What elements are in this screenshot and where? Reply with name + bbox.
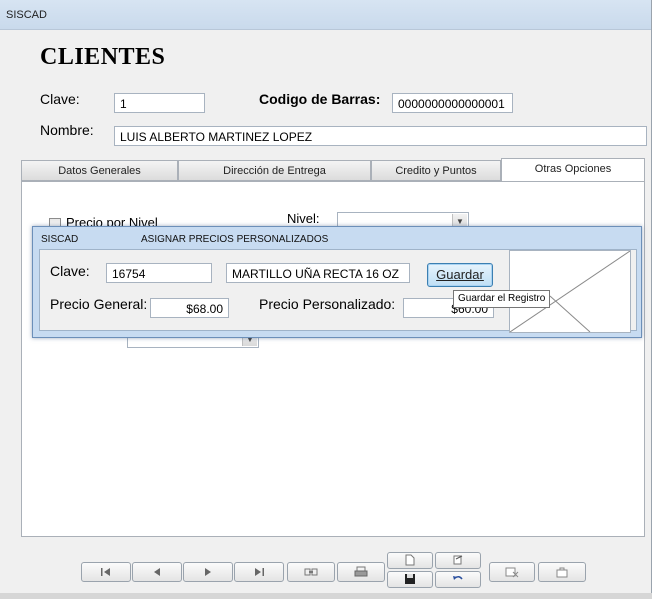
dialog-title: ASIGNAR PRECIOS PERSONALIZADOS (141, 234, 329, 245)
tab-datos-generales[interactable]: Datos Generales (21, 160, 178, 181)
last-record-icon (255, 568, 264, 577)
window-title: SISCAD (6, 9, 47, 21)
dialog-description-field[interactable]: MARTILLO UÑA RECTA 16 OZ (226, 263, 410, 283)
precio-general-label: Precio General: (50, 296, 148, 312)
dialog-clave-field[interactable]: 16754 (106, 263, 212, 283)
undo-button[interactable] (435, 571, 481, 588)
previous-record-icon (154, 568, 160, 577)
edit-icon (453, 555, 463, 565)
previous-record-button[interactable] (132, 562, 182, 582)
first-record-icon (101, 568, 110, 577)
guardar-button[interactable]: Guardar (427, 263, 493, 287)
last-record-button[interactable] (234, 562, 284, 582)
main-window: SISCAD CLIENTES Clave: 1 Codigo de Barra… (0, 0, 652, 599)
nombre-label: Nombre: (40, 122, 94, 138)
barcode-label: Codigo de Barras: (259, 91, 381, 107)
print-button[interactable] (337, 562, 385, 582)
edit-button[interactable] (435, 552, 481, 569)
next-record-button[interactable] (183, 562, 233, 582)
new-record-button[interactable] (387, 552, 433, 569)
tab-direccion-entrega[interactable]: Dirección de Entrega (178, 160, 371, 181)
barcode-field[interactable]: 0000000000000001 (392, 93, 513, 113)
bottom-edge (0, 593, 652, 599)
dialog-clave-label: Clave: (50, 263, 90, 279)
window-titlebar: SISCAD (0, 0, 651, 30)
save-button[interactable] (387, 571, 433, 588)
delete-button[interactable] (489, 562, 535, 582)
delete-icon (505, 567, 519, 578)
tab-credito-puntos[interactable]: Credito y Puntos (371, 160, 501, 181)
clave-label: Clave: (40, 91, 80, 107)
guardar-tooltip: Guardar el Registro (453, 290, 551, 308)
print-icon (354, 566, 368, 577)
nivel-label: Nivel: (287, 211, 320, 226)
search-icon (304, 568, 318, 576)
first-record-button[interactable] (81, 562, 131, 582)
dialog-app-name: SISCAD (41, 234, 79, 245)
next-record-icon (205, 568, 211, 577)
precio-general-field[interactable]: $68.00 (150, 298, 229, 318)
exit-icon (556, 567, 568, 578)
dialog-titlebar: SISCAD ASIGNAR PRECIOS PERSONALIZADOS (33, 227, 641, 249)
precio-personalizado-label: Precio Personalizado: (259, 296, 396, 312)
new-record-icon (405, 554, 415, 566)
record-navigation-bar (0, 548, 652, 588)
undo-icon (453, 576, 463, 581)
exit-button[interactable] (538, 562, 586, 582)
nombre-field[interactable]: LUIS ALBERTO MARTINEZ LOPEZ (114, 126, 647, 146)
form-heading: CLIENTES (40, 44, 166, 70)
search-button[interactable] (287, 562, 335, 582)
tab-strip: Datos Generales Dirección de Entrega Cre… (21, 158, 645, 182)
clave-field[interactable]: 1 (114, 93, 205, 113)
tab-otras-opciones[interactable]: Otras Opciones (501, 158, 645, 182)
save-icon (405, 574, 415, 585)
